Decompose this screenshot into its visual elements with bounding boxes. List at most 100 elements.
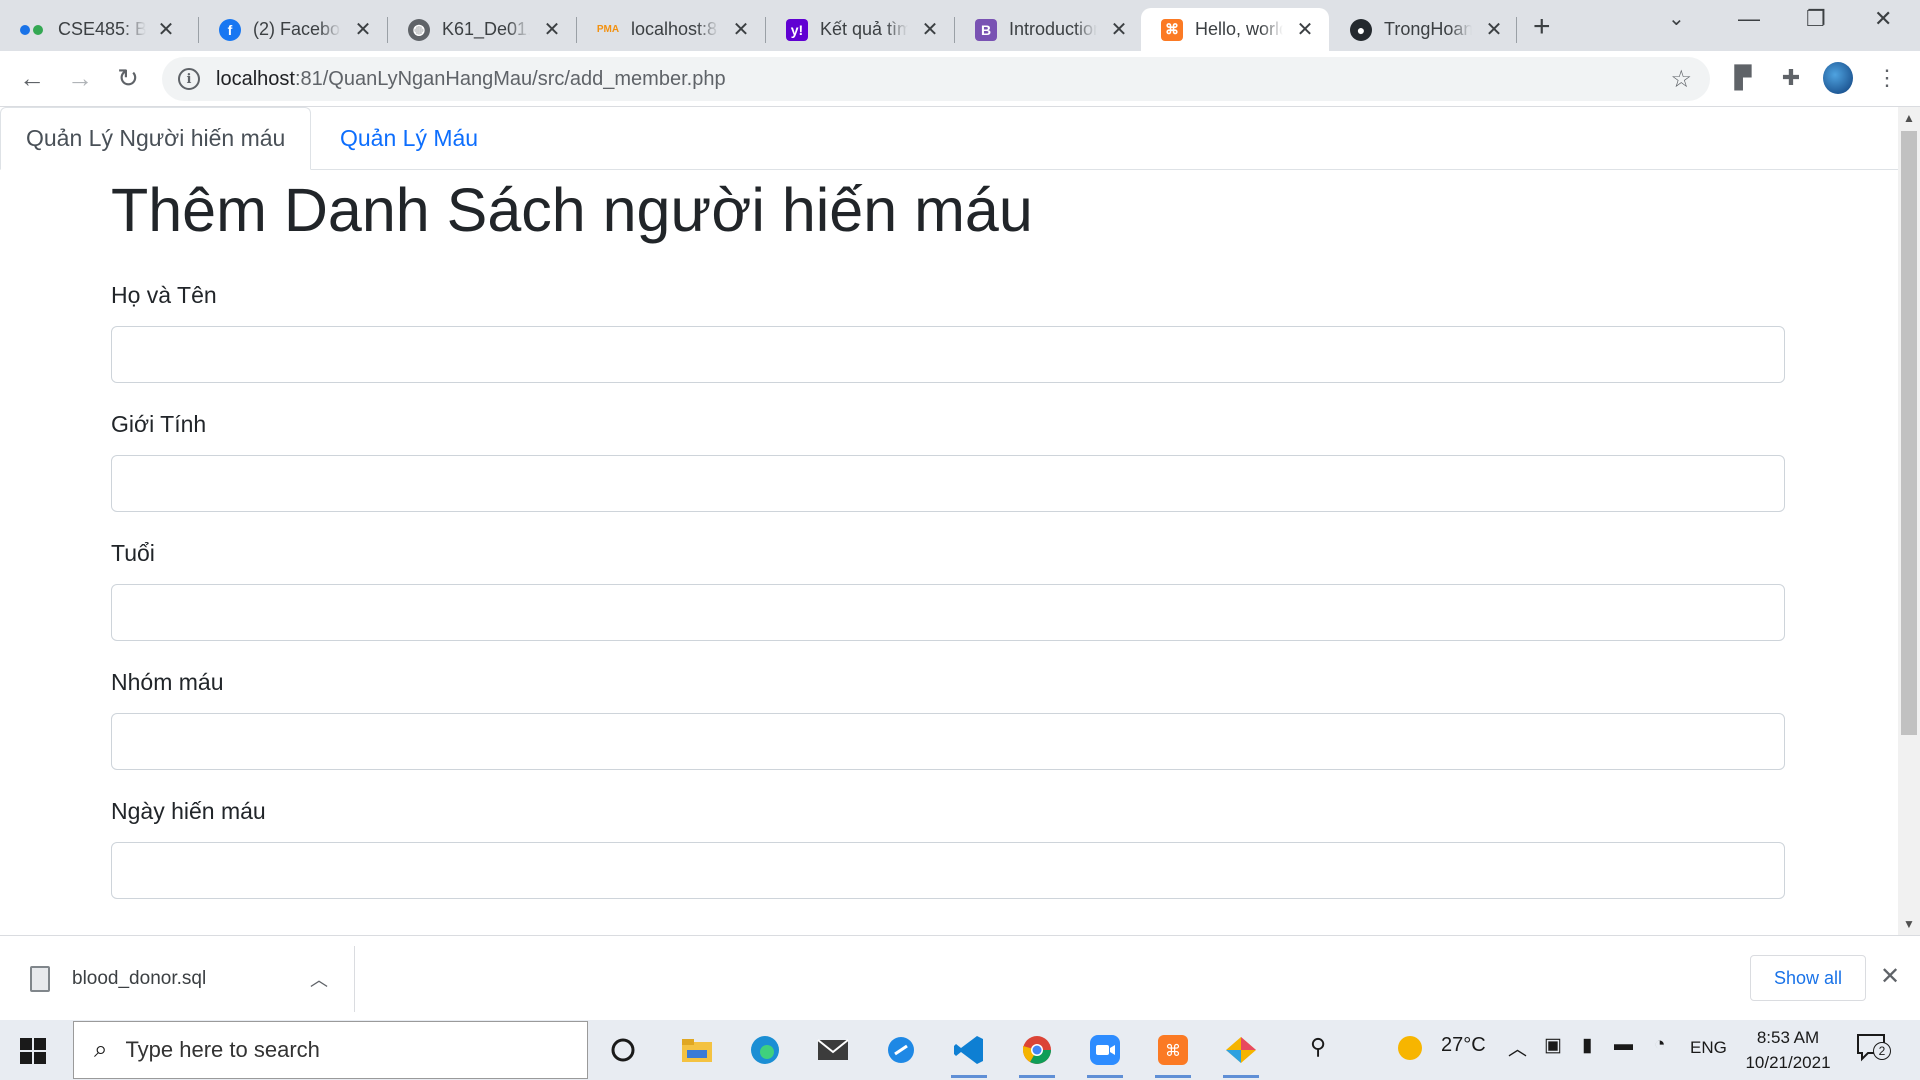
tab-title: localhost:81 xyxy=(631,19,719,39)
show-all-button[interactable]: Show all xyxy=(1750,955,1866,1001)
file-explorer-icon[interactable] xyxy=(675,1028,719,1072)
close-icon[interactable]: ✕ xyxy=(1484,17,1504,42)
tab-title: K61_De01.p xyxy=(442,19,530,39)
notification-center-icon[interactable]: 2 xyxy=(1856,1032,1896,1066)
tab-title: Introduction xyxy=(1009,19,1097,39)
close-icon[interactable]: ✕ xyxy=(1109,17,1129,42)
close-icon[interactable]: ✕ xyxy=(1295,17,1315,42)
tab-title: TrongHoang xyxy=(1384,19,1472,39)
site-info-icon[interactable]: i xyxy=(178,68,200,90)
windows-taskbar: ⌕ Type here to search ⌘ ⚲ 27°C ︿ ▣ ▮ ▬ ◔… xyxy=(0,1020,1920,1080)
browser-tab-strip: CSE485: Bài ✕ f (2) Facebook ✕ ◍ K61_De0… xyxy=(0,0,1920,51)
close-icon[interactable]: ✕ xyxy=(353,17,373,42)
reload-icon[interactable]: ↻ xyxy=(112,63,144,94)
scrollbar-thumb[interactable] xyxy=(1901,131,1917,735)
new-tab-plus-icon[interactable]: + xyxy=(1533,10,1551,44)
mail-icon[interactable] xyxy=(811,1028,855,1072)
bookmark-star-icon[interactable]: ☆ xyxy=(1670,65,1692,94)
input-gioi-tinh[interactable] xyxy=(111,455,1785,512)
browser-tab-bootstrap[interactable]: B Introduction ✕ xyxy=(955,8,1143,51)
xampp-icon[interactable]: ⌘ xyxy=(1151,1028,1195,1078)
taskbar-clock[interactable]: 8:53 AM 10/21/2021 xyxy=(1744,1025,1832,1075)
close-icon[interactable]: ✕ xyxy=(542,17,562,42)
chrome-icon[interactable] xyxy=(1015,1028,1059,1078)
scroll-up-arrow-icon[interactable]: ▲ xyxy=(1898,107,1920,129)
bootstrap-icon: B xyxy=(975,18,997,41)
input-tuoi[interactable] xyxy=(111,584,1785,641)
clock-time: 8:53 AM xyxy=(1756,1028,1820,1047)
url-path: :81/QuanLyNganHangMau/src/add_member.php xyxy=(294,67,726,90)
windows-start-icon[interactable] xyxy=(20,1038,46,1064)
edge-browser-icon[interactable] xyxy=(743,1028,787,1072)
close-icon[interactable]: ✕ xyxy=(1880,962,1900,991)
tab-separator xyxy=(1516,17,1517,43)
extensions-puzzle-icon[interactable]: ✚ xyxy=(1776,63,1806,93)
browser-toolbar: ← → ↻ i localhost:81/QuanLyNganHangMau/s… xyxy=(0,51,1920,107)
link-app-icon[interactable] xyxy=(879,1028,923,1072)
zoom-icon[interactable] xyxy=(1083,1028,1127,1078)
window-close-icon[interactable]: ✕ xyxy=(1874,6,1892,32)
reading-list-icon[interactable]: ▛ xyxy=(1728,63,1758,93)
language-indicator[interactable]: ENG xyxy=(1690,1038,1727,1058)
cortana-circle-icon[interactable] xyxy=(601,1028,645,1072)
download-file-name: blood_donor.sql xyxy=(72,968,207,989)
url-host: localhost xyxy=(216,67,295,90)
browser-tab-cse485[interactable]: CSE485: Bài ✕ xyxy=(0,8,190,51)
address-bar[interactable]: i localhost:81/QuanLyNganHangMau/src/add… xyxy=(162,57,1710,101)
browser-tab-facebook[interactable]: f (2) Facebook ✕ xyxy=(199,8,387,51)
weather-temperature[interactable]: 27°C xyxy=(1441,1034,1486,1057)
download-bar: blood_donor.sql ︿ Show all ✕ xyxy=(0,935,1920,1020)
browser-tab-k61[interactable]: ◍ K61_De01.p ✕ xyxy=(388,8,576,51)
notification-count-badge: 2 xyxy=(1873,1042,1891,1060)
yahoo-icon: y! xyxy=(786,18,808,41)
globe-icon: ◍ xyxy=(408,18,430,41)
vscode-icon[interactable] xyxy=(947,1028,991,1078)
close-icon[interactable]: ✕ xyxy=(920,17,940,42)
colorful-app-icon[interactable] xyxy=(1219,1028,1263,1078)
people-icon[interactable]: ⚲ xyxy=(1310,1034,1326,1060)
back-arrow-icon[interactable]: ← xyxy=(16,63,48,94)
battery-icon[interactable]: ▬ xyxy=(1614,1034,1633,1056)
page-scrollbar[interactable]: ▲ ▼ xyxy=(1898,107,1920,935)
scroll-down-arrow-icon[interactable]: ▼ xyxy=(1898,913,1920,935)
url-text[interactable]: localhost:81/QuanLyNganHangMau/src/add_m… xyxy=(216,68,726,91)
profile-avatar[interactable] xyxy=(1823,62,1853,94)
browser-tab-github[interactable]: ● TrongHoang ✕ xyxy=(1330,8,1518,51)
browser-tab-yahoo[interactable]: y! Kết quả tìm ✕ xyxy=(766,8,954,51)
input-nhom-mau[interactable] xyxy=(111,713,1785,770)
close-icon[interactable]: ✕ xyxy=(156,17,176,42)
weather-sun-icon[interactable] xyxy=(1396,1034,1424,1068)
label-nhom-mau: Nhóm máu xyxy=(111,669,224,695)
tab-quan-ly-mau[interactable]: Quản Lý Máu xyxy=(315,107,503,170)
input-ho-va-ten[interactable] xyxy=(111,326,1785,383)
colored-dots-icon xyxy=(20,19,46,41)
search-icon: ⌕ xyxy=(94,1036,108,1063)
chevron-up-icon[interactable]: ︿ xyxy=(310,966,328,992)
microphone-icon[interactable]: ▮ xyxy=(1582,1034,1592,1057)
label-ho-va-ten: Họ và Tên xyxy=(111,282,217,308)
meet-now-icon[interactable]: ▣ xyxy=(1544,1034,1562,1057)
search-placeholder: Type here to search xyxy=(125,1037,320,1062)
restore-icon[interactable]: ❐ xyxy=(1806,6,1826,32)
label-gioi-tinh: Giới Tính xyxy=(111,411,207,437)
forward-arrow-icon[interactable]: → xyxy=(64,63,96,94)
menu-kebab-icon[interactable]: ⋮ xyxy=(1872,63,1902,93)
xampp-icon: ⌘ xyxy=(1161,18,1183,41)
tab-title: CSE485: Bài xyxy=(58,19,146,39)
tab-search-chevron-icon[interactable]: ⌄ xyxy=(1668,6,1685,31)
tab-title: (2) Facebook xyxy=(253,19,341,39)
taskbar-search-box[interactable]: ⌕ Type here to search xyxy=(73,1021,588,1079)
label-tuoi: Tuổi xyxy=(111,540,155,566)
browser-tab-phpmyadmin[interactable]: PMA localhost:81 ✕ xyxy=(577,8,765,51)
close-icon[interactable]: ✕ xyxy=(731,17,751,42)
browser-tab-hello-world[interactable]: ⌘ Hello, world ✕ xyxy=(1141,8,1329,51)
label-ngay-hien-mau: Ngày hiến máu xyxy=(111,798,266,824)
wifi-icon[interactable]: ◔ xyxy=(1654,1034,1665,1056)
input-ngay-hien-mau[interactable] xyxy=(111,842,1785,899)
tab-quan-ly-nguoi-hien-mau[interactable]: Quản Lý Người hiến máu xyxy=(0,107,312,170)
file-icon xyxy=(30,966,50,992)
chevron-up-icon[interactable]: ︿ xyxy=(1508,1034,1527,1061)
download-item[interactable]: blood_donor.sql ︿ xyxy=(0,946,355,1012)
tab-title: Kết quả tìm xyxy=(820,19,908,39)
minimize-icon[interactable]: — xyxy=(1738,6,1760,32)
